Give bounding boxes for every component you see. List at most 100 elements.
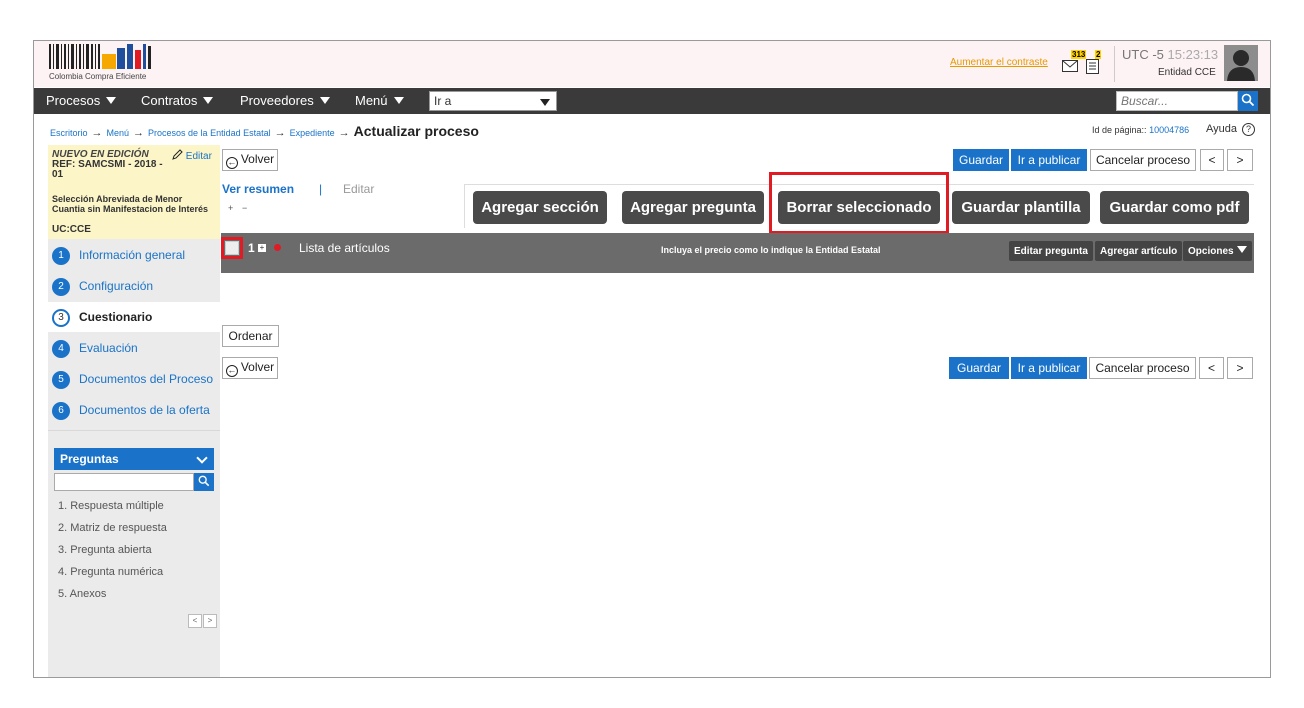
step-informacion-general[interactable]: 1 Información general [48, 240, 220, 270]
nav-procesos-label: Procesos [46, 93, 101, 108]
header-divider [1114, 46, 1115, 82]
step-label: Evaluación [79, 341, 138, 355]
save-button[interactable]: Guardar [953, 149, 1009, 171]
tab-summary[interactable]: Ver resumen [222, 182, 294, 196]
step-number: 3 [52, 309, 70, 327]
publish-button[interactable]: Ir a publicar [1011, 149, 1087, 171]
step-number: 4 [52, 340, 70, 358]
highlight-box [769, 172, 949, 234]
arrow-left-icon: ← [225, 364, 238, 377]
edit-process-link[interactable]: Editar [172, 149, 212, 162]
question-row: 1 + Lista de artículos Incluya el precio… [221, 233, 1254, 273]
divider [48, 430, 220, 431]
cancel-process-button[interactable]: Cancelar proceso [1090, 149, 1196, 171]
page-id-label: Id de página:: [1092, 125, 1147, 135]
nav-menu[interactable]: Menú [355, 93, 404, 108]
options-button[interactable]: Opciones [1183, 241, 1252, 261]
search-button[interactable] [1238, 91, 1258, 111]
nav-contratos[interactable]: Contratos [141, 93, 214, 108]
required-dot-icon [274, 244, 281, 251]
mail-icon[interactable]: 313 [1062, 50, 1087, 74]
process-unit: UC:CCE [52, 224, 91, 235]
breadcrumb-menu[interactable]: Menú [107, 128, 130, 138]
chevron-down-icon [196, 452, 208, 464]
barcode-logo-icon [49, 44, 151, 69]
question-type-item[interactable]: 1. Respuesta múltiple [58, 500, 164, 512]
entity-name: Entidad CCE [1158, 67, 1216, 78]
nav-proveedores-label: Proveedores [240, 93, 314, 108]
select-checkbox[interactable] [225, 241, 239, 255]
question-type-item[interactable]: 2. Matriz de respuesta [58, 522, 167, 534]
process-modality: Selección Abreviada de Menor Cuantia sin… [52, 194, 209, 214]
search-input[interactable] [1116, 91, 1238, 111]
save-button-bottom[interactable]: Guardar [949, 357, 1009, 379]
questions-search-input[interactable] [54, 473, 194, 491]
tab-edit[interactable]: Editar [343, 182, 374, 196]
add-section-button[interactable]: Agregar sección [473, 191, 607, 224]
chevron-down-icon [203, 97, 214, 104]
search-icon [1241, 93, 1255, 106]
contrast-link[interactable]: Aumentar el contraste [950, 57, 1048, 68]
collapse-all-icon[interactable]: − [242, 203, 247, 213]
chevron-down-icon [393, 97, 404, 104]
breadcrumb-escritorio[interactable]: Escritorio [50, 128, 88, 138]
nav-proveedores[interactable]: Proveedores [240, 93, 330, 108]
publish-button-bottom[interactable]: Ir a publicar [1011, 357, 1087, 379]
questions-search-button[interactable] [194, 473, 214, 491]
goto-select[interactable]: Ir a [429, 91, 557, 111]
questions-prev-button[interactable]: < [188, 614, 202, 628]
prev-button[interactable]: < [1200, 149, 1224, 171]
clock: UTC -5 15:23:13 [1122, 47, 1218, 62]
step-cuestionario[interactable]: 3 Cuestionario [48, 302, 220, 332]
step-documentos-oferta[interactable]: 6 Documentos de la oferta [48, 395, 220, 425]
app-window: Colombia Compra Eficiente Aumentar el co… [33, 40, 1271, 678]
nav-procesos[interactable]: Procesos [46, 93, 117, 108]
step-label: Documentos de la oferta [79, 403, 210, 417]
save-template-button[interactable]: Guardar plantilla [952, 191, 1090, 224]
question-type-item[interactable]: 5. Anexos [58, 588, 106, 600]
add-question-button[interactable]: Agregar pregunta [622, 191, 764, 224]
step-evaluacion[interactable]: 4 Evaluación [48, 333, 220, 363]
question-number: 1 [248, 241, 255, 255]
edit-question-button[interactable]: Editar pregunta [1009, 241, 1093, 261]
step-number: 1 [52, 247, 70, 265]
breadcrumb-procesos[interactable]: Procesos de la Entidad Estatal [148, 128, 271, 138]
chevron-down-icon [540, 99, 550, 106]
order-button[interactable]: Ordenar [222, 325, 279, 347]
expand-all-icon[interactable]: + [228, 203, 233, 213]
questions-next-button[interactable]: > [203, 614, 217, 628]
cancel-process-button-bottom[interactable]: Cancelar proceso [1089, 357, 1196, 379]
back-button-bottom[interactable]: ← Volver [222, 357, 278, 379]
sidebar: NUEVO EN EDICIÓN REF: SAMCSMI - 2018 - 0… [48, 145, 220, 677]
mail-count-badge: 313 [1071, 50, 1087, 59]
step-label: Información general [79, 248, 186, 262]
question-note: Incluya el precio como lo indique la Ent… [661, 245, 881, 255]
process-status-box: NUEVO EN EDICIÓN REF: SAMCSMI - 2018 - 0… [48, 145, 220, 239]
search-icon [198, 475, 210, 486]
chevron-down-icon [319, 97, 330, 104]
help-label: Ayuda [1206, 123, 1237, 135]
help-icon: ? [1242, 123, 1256, 136]
breadcrumb-expediente[interactable]: Expediente [290, 128, 335, 138]
help-link[interactable]: Ayuda ? [1206, 123, 1256, 136]
next-button[interactable]: > [1227, 149, 1253, 171]
step-label: Documentos del Proceso [79, 372, 214, 386]
back-button[interactable]: ← Volver [222, 149, 278, 171]
prev-button-bottom[interactable]: < [1199, 357, 1224, 379]
nav-menu-label: Menú [355, 93, 388, 108]
question-type-item[interactable]: 4. Pregunta numérica [58, 566, 163, 578]
add-article-button[interactable]: Agregar artículo [1095, 241, 1183, 261]
top-nav: Procesos Contratos Proveedores Menú Ir a [34, 88, 1270, 114]
save-pdf-button[interactable]: Guardar como pdf [1100, 191, 1249, 224]
step-documentos-proceso[interactable]: 5 Documentos del Proceso [48, 364, 220, 394]
expand-icon[interactable]: + [258, 244, 266, 252]
notes-icon[interactable]: 2 [1086, 50, 1104, 74]
header: Colombia Compra Eficiente Aumentar el co… [34, 41, 1270, 87]
next-button-bottom[interactable]: > [1227, 357, 1253, 379]
questions-panel-header[interactable]: Preguntas [54, 448, 214, 470]
avatar[interactable] [1224, 45, 1258, 81]
step-configuracion[interactable]: 2 Configuración [48, 271, 220, 301]
question-type-item[interactable]: 3. Pregunta abierta [58, 544, 152, 556]
step-number: 5 [52, 371, 70, 389]
edit-process-label: Editar [185, 151, 212, 162]
